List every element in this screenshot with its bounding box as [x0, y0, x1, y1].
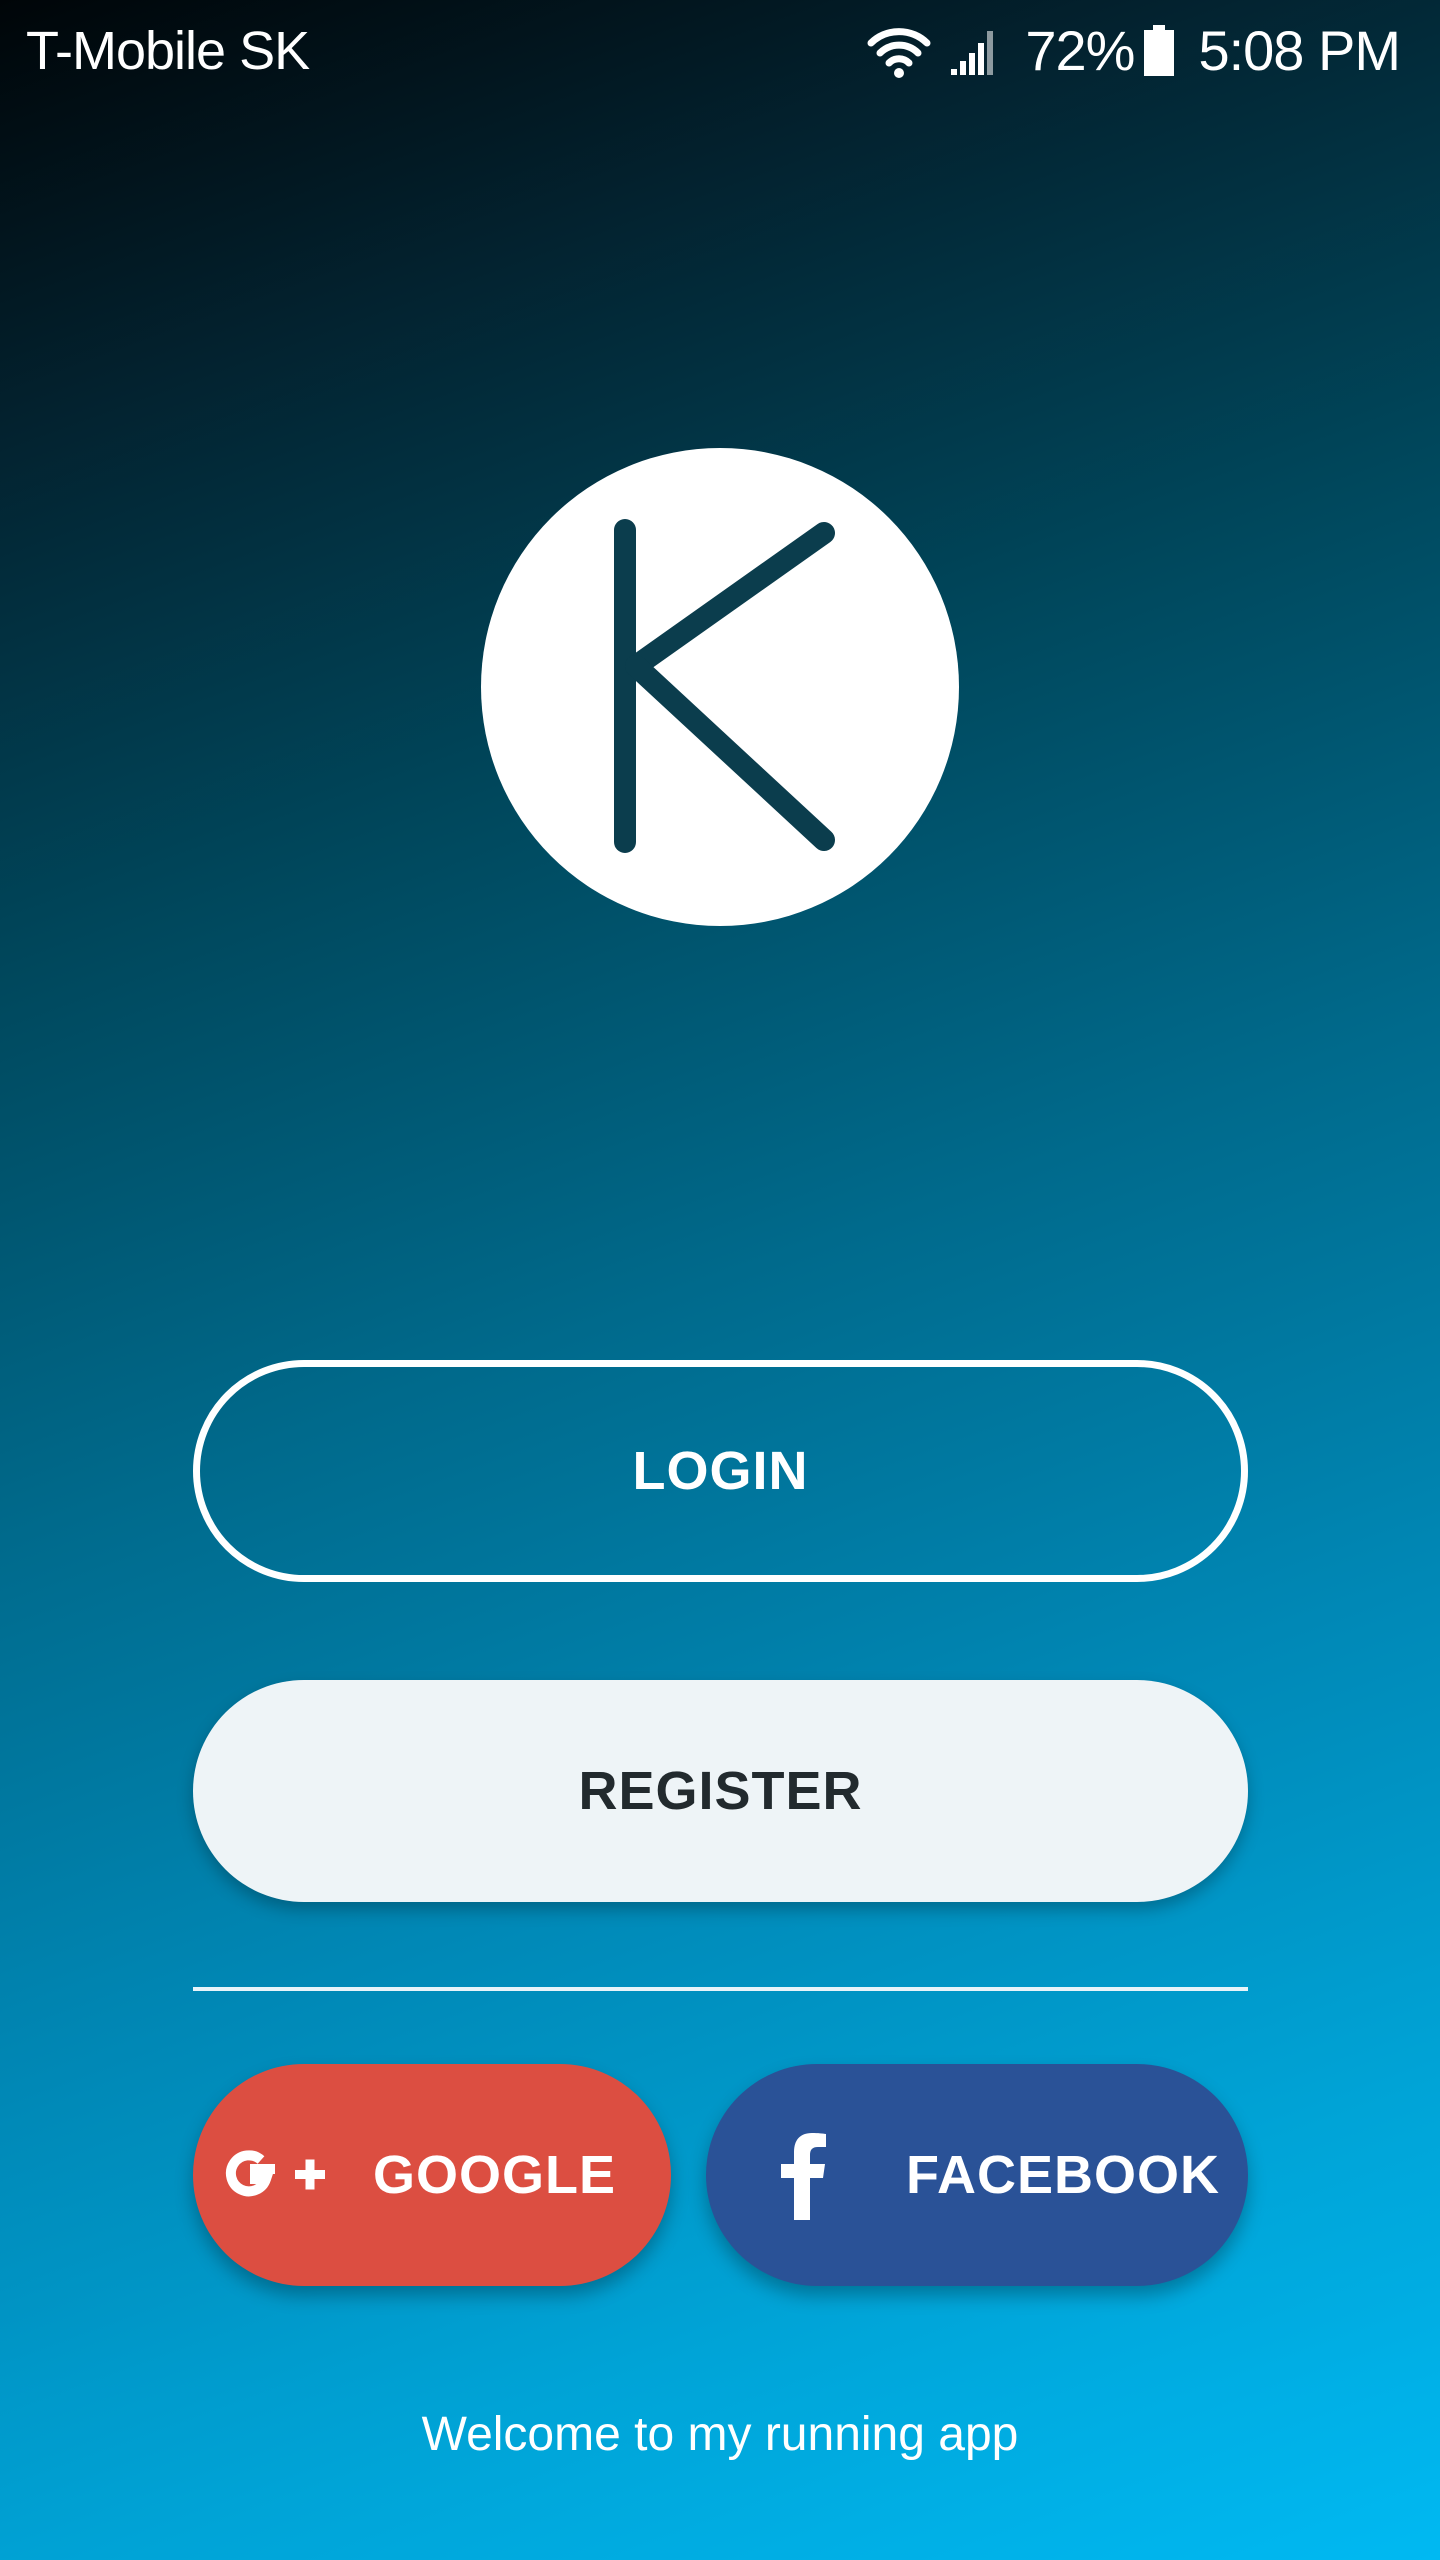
- register-button[interactable]: REGISTER: [193, 1680, 1248, 1902]
- google-plus-icon: [217, 2135, 333, 2215]
- divider: [193, 1987, 1248, 1991]
- logo-circle: [481, 448, 959, 926]
- google-button-label: GOOGLE: [373, 2145, 617, 2205]
- register-button-label: REGISTER: [578, 1761, 863, 1821]
- signal-icon: [949, 25, 1001, 77]
- welcome-text: Welcome to my running app: [421, 2408, 1019, 2461]
- wifi-icon: [867, 23, 931, 79]
- app-logo: [480, 447, 960, 927]
- facebook-login-button[interactable]: FACEBOOK: [706, 2064, 1248, 2286]
- login-button-label: LOGIN: [632, 1441, 809, 1501]
- carrier-name: T-Mobile SK: [26, 21, 310, 81]
- status-indicators: 72% 5:08 PM: [867, 16, 1401, 86]
- battery-icon: [1142, 25, 1176, 77]
- clock: 5:08 PM: [1198, 19, 1401, 82]
- battery-percent: 72%: [1025, 19, 1135, 82]
- status-bar: T-Mobile SK 72% 5:08 PM: [0, 0, 1440, 100]
- login-button[interactable]: LOGIN: [193, 1360, 1248, 1582]
- google-login-button[interactable]: GOOGLE: [193, 2064, 671, 2286]
- facebook-button-label: FACEBOOK: [906, 2145, 1221, 2205]
- facebook-icon: [778, 2130, 828, 2220]
